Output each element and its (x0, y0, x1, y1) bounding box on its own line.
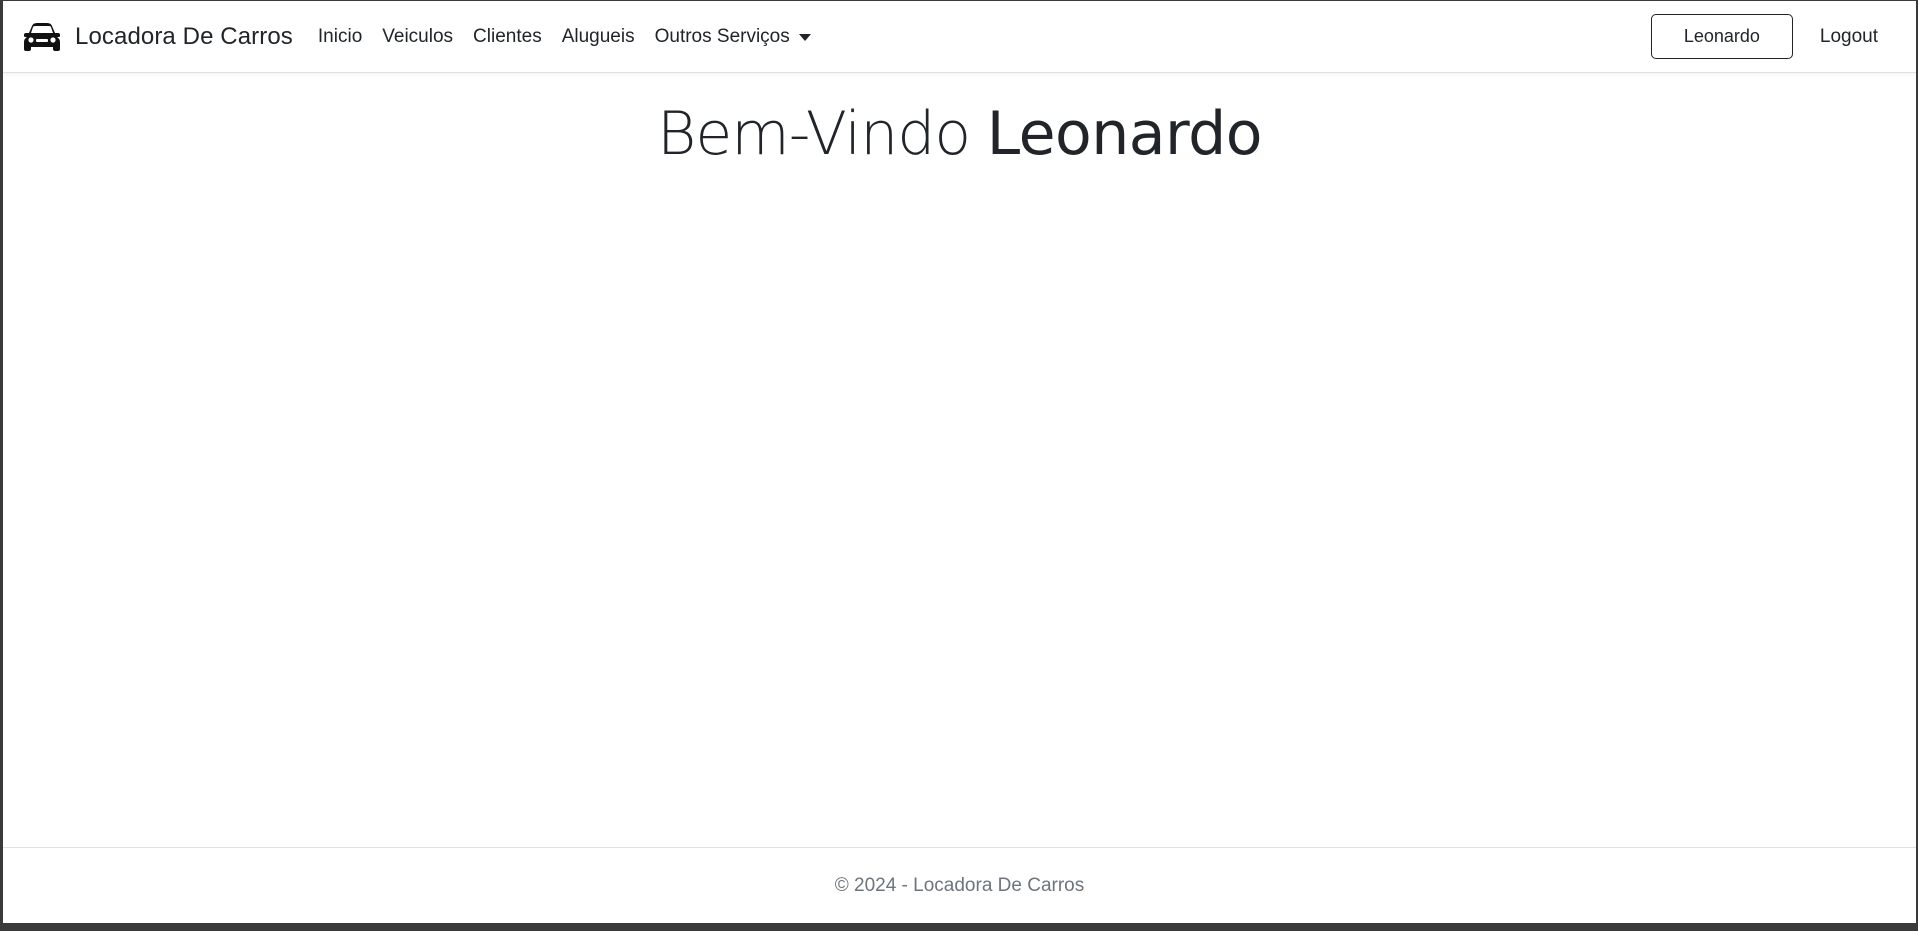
nav-link-veiculos[interactable]: Veiculos (382, 26, 453, 48)
nav-link-inicio[interactable]: Inicio (318, 26, 362, 48)
page-footer: © 2024 - Locadora De Carros (3, 847, 1916, 923)
welcome-heading: Bem-Vindo Leonardo (3, 99, 1916, 169)
nav-link-alugueis[interactable]: Alugueis (562, 26, 635, 48)
user-button[interactable]: Leonardo (1650, 14, 1793, 59)
navbar-brand[interactable]: Locadora De Carros (23, 22, 293, 52)
dropdown-label: Outros Serviços (654, 25, 790, 47)
outros-servicos-dropdown[interactable]: Outros Serviços (655, 26, 811, 48)
welcome-greeting: Bem-Vindo (657, 99, 971, 169)
navbar-right: Leonardo Logout (1650, 14, 1916, 59)
caret-down-icon (798, 33, 811, 41)
nav-link-clientes[interactable]: Clientes (473, 26, 542, 48)
welcome-username: Leonardo (986, 99, 1263, 169)
brand-label: Locadora De Carros (75, 22, 293, 50)
car-icon (23, 22, 61, 52)
browser-viewport: Locadora De Carros Inicio Veiculos Clien… (3, 1, 1916, 923)
nav-links: Inicio Veiculos Clientes Alugueis Outros… (318, 26, 831, 48)
logout-link[interactable]: Logout (1820, 26, 1878, 48)
top-navbar: Locadora De Carros Inicio Veiculos Clien… (3, 1, 1916, 73)
footer-copyright: © 2024 - Locadora De Carros (834, 875, 1085, 896)
